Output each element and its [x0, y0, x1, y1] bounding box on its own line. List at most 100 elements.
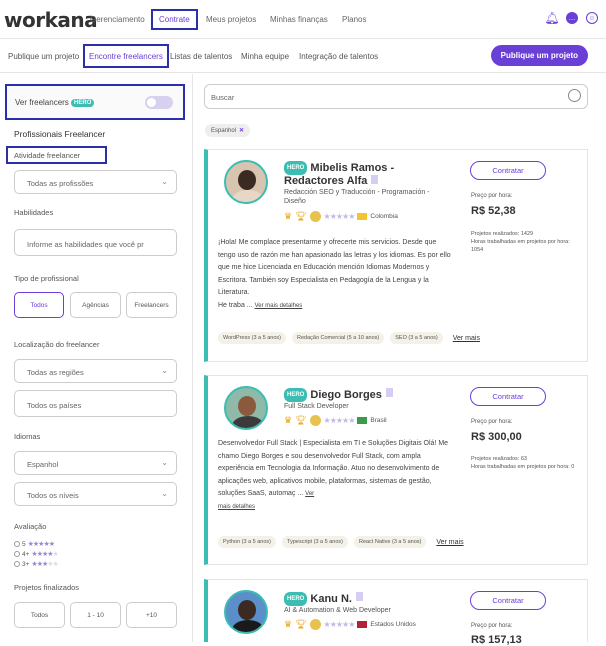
- subnav-integracao[interactable]: Integração de talentos: [299, 52, 378, 61]
- chat-icon[interactable]: …: [566, 12, 578, 24]
- description-tail: He traba ...: [218, 301, 253, 309]
- hire-button[interactable]: Contratar: [470, 387, 546, 406]
- close-icon[interactable]: ✕: [239, 128, 244, 134]
- filter-sidebar: Ver freelancers HERO Profissionais Freel…: [0, 74, 193, 642]
- language-select[interactable]: Espanhol ⌄: [14, 451, 177, 475]
- nav-meus-projetos[interactable]: Meus projetos: [206, 15, 256, 24]
- more-details-link[interactable]: Ver mais detalhes: [255, 303, 303, 309]
- freelancer-description: Desenvolvedor Full Stack | Especialista …: [218, 438, 454, 513]
- search-input[interactable]: Buscar: [204, 84, 588, 109]
- skills-list: WordPress (3 a 5 anos) Redação Comercial …: [218, 332, 480, 344]
- hero-toggle[interactable]: [145, 96, 173, 109]
- rating-option-4[interactable]: 4+ ★★★★★: [14, 550, 59, 558]
- chevron-down-icon: ⌄: [161, 177, 168, 186]
- freelancer-card[interactable]: HERO Mibelis Ramos - Redactores Alfa Red…: [204, 149, 588, 362]
- nav-contrate[interactable]: Contrate: [151, 9, 198, 30]
- crown-icon: ♛: [284, 619, 293, 629]
- stars-icon: ★★★★★: [323, 416, 356, 425]
- publish-project-button[interactable]: Publique um projeto: [490, 45, 588, 66]
- subnav-encontre-freelancers[interactable]: Encontre freelancers: [83, 44, 169, 68]
- location-label: Localização do freelancer: [14, 340, 100, 349]
- bookmark-icon[interactable]: [355, 592, 363, 601]
- level-badge-icon: [309, 211, 321, 222]
- more-details-link[interactable]: Ver: [305, 491, 314, 497]
- region-value: Todas as regiões: [27, 368, 84, 377]
- freelancer-title: AI & Automation & Web Developer: [284, 607, 391, 614]
- price-label: Preço por hora:: [471, 623, 513, 629]
- avatar: [224, 590, 268, 634]
- nav-planos[interactable]: Planos: [342, 15, 366, 24]
- freelancer-meta: ♛ 🏆︎ ★★★★★ Colombia: [284, 211, 398, 222]
- skills-input[interactable]: Informe as habilidades que você pr: [14, 229, 177, 256]
- language-value: Espanhol: [27, 460, 59, 469]
- more-details-link[interactable]: mais detalhes: [218, 504, 255, 510]
- freelancer-meta: ♛ 🏆︎ ★★★★★ Brasil: [284, 415, 387, 426]
- search-icon[interactable]: [568, 89, 581, 102]
- workana-logo[interactable]: workana: [4, 8, 98, 32]
- subnav-publique[interactable]: Publique um projeto: [8, 52, 79, 61]
- freelancer-name[interactable]: HERO Kanu N.: [284, 592, 444, 606]
- type-agencias-button[interactable]: Agências: [70, 292, 121, 318]
- flag-icon: [357, 417, 368, 424]
- avatar-icon[interactable]: ☺: [586, 12, 598, 24]
- freelancer-meta: ♛ 🏆︎ ★★★★★ Estados Unidos: [284, 619, 416, 630]
- type-todos-button[interactable]: Todos: [14, 292, 64, 318]
- projects-1-10-button[interactable]: 1 - 10: [70, 602, 121, 628]
- skills-list: Python (3 a 5 anos) Typescript (3 a 5 ano…: [218, 536, 464, 548]
- hire-button[interactable]: Contratar: [470, 161, 546, 180]
- hero-badge: HERO: [284, 388, 308, 402]
- skill-tag[interactable]: WordPress (3 a 5 anos): [218, 332, 286, 344]
- nav-gerenciamento[interactable]: Gerenciamento: [90, 15, 145, 24]
- projects-10plus-button[interactable]: +10: [126, 602, 177, 628]
- subnav-minha-equipe[interactable]: Minha equipe: [241, 52, 289, 61]
- projects-count: Projetos realizados: 1429: [471, 231, 534, 237]
- region-select[interactable]: Todas as regiões ⌄: [14, 359, 177, 383]
- trophy-icon: 🏆︎: [295, 415, 307, 425]
- avatar-head: [238, 170, 256, 190]
- rating-option-3[interactable]: 3+ ★★★★★: [14, 560, 59, 568]
- radio-icon: [14, 551, 20, 557]
- freelancer-name[interactable]: HERO Mibelis Ramos - Redactores Alfa: [284, 161, 444, 187]
- stats: Projetos realizados: 1429 Horas trabalhad…: [471, 230, 581, 254]
- price-label: Preço por hora:: [471, 193, 513, 199]
- bookmark-icon[interactable]: [385, 388, 393, 397]
- freelancer-card[interactable]: HERO Kanu N. AI & Automation & Web Devel…: [204, 579, 588, 646]
- avatar-head: [238, 600, 256, 620]
- stars-icon: ★★★★★: [323, 620, 356, 629]
- bookmark-icon[interactable]: [371, 175, 379, 184]
- chevron-down-icon: ⌄: [161, 458, 168, 467]
- skill-tag[interactable]: Python (3 a 5 anos): [218, 536, 277, 548]
- flag-icon: [357, 213, 368, 220]
- avatar: [224, 386, 268, 430]
- rating-option-5[interactable]: 5 ★★★★★: [14, 540, 55, 548]
- type-label: Tipo de profissional: [14, 274, 79, 283]
- nav-minhas-financas[interactable]: Minhas finanças: [270, 15, 328, 24]
- skill-tag[interactable]: React Native (3 a 5 anos): [353, 536, 427, 548]
- stars-icon: ★★★★★: [31, 561, 58, 568]
- filter-chip[interactable]: Espanhol ✕: [205, 124, 251, 137]
- level-select[interactable]: Todos os níveis ⌄: [14, 482, 177, 506]
- hero-badge: HERO: [71, 98, 95, 107]
- activity-select[interactable]: Todas as profissões ⌄: [14, 170, 177, 194]
- country-input[interactable]: Todos os países: [14, 390, 177, 417]
- ver-mais-link[interactable]: Ver mais: [436, 539, 463, 546]
- bell-icon[interactable]: 🔔︎: [544, 11, 559, 25]
- projects-label: Projetos finalizados: [14, 583, 80, 592]
- name-text: Kanu N.: [310, 592, 352, 605]
- skill-tag[interactable]: Redação Comercial (5 a 10 anos): [291, 332, 385, 344]
- rating-value: 3+: [22, 560, 30, 568]
- skill-tag[interactable]: Typescript (3 a 5 anos): [282, 536, 348, 548]
- subnav-listas[interactable]: Listas de talentos: [170, 52, 232, 61]
- country: Colombia: [370, 213, 398, 220]
- avatar: [224, 160, 268, 204]
- freelancer-card[interactable]: HERO Diego Borges Full Stack Developer ♛…: [204, 375, 588, 565]
- freelancer-name[interactable]: HERO Diego Borges: [284, 388, 444, 402]
- skill-tag[interactable]: SEO (3 a 5 anos): [390, 332, 443, 344]
- hire-button[interactable]: Contratar: [470, 591, 546, 610]
- ver-mais-link[interactable]: Ver mais: [453, 335, 480, 342]
- type-freelancers-button[interactable]: Freelancers: [126, 292, 177, 318]
- hero-filter-box: Ver freelancers HERO: [5, 84, 185, 120]
- price: R$ 300,00: [471, 431, 522, 443]
- projects-todos-button[interactable]: Todos: [14, 602, 65, 628]
- languages-label: Idiomas: [14, 432, 41, 441]
